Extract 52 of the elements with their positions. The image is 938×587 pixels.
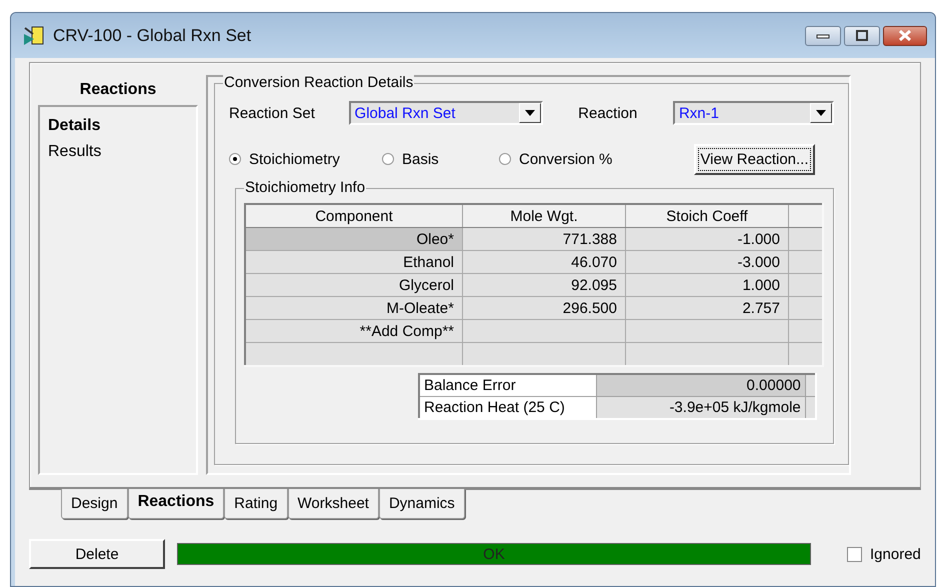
maximize-button[interactable] [844, 26, 880, 46]
radio-option[interactable]: Basis [382, 150, 499, 168]
view-reaction-button[interactable]: View Reaction... [694, 144, 815, 174]
table-cell: Oleo* [245, 228, 462, 250]
dropdown-field[interactable]: Global Rxn Set [348, 101, 544, 125]
table-cell: **Add Comp** [245, 320, 462, 342]
table-cell: M-Oleate* [245, 296, 462, 320]
sidebar-title: Reactions [78, 80, 158, 100]
table-cell: 0.00000 [596, 374, 806, 396]
status-bar: OK [177, 543, 811, 565]
field-label: Reaction [578, 104, 638, 122]
maximize-icon [855, 30, 869, 41]
radio-button[interactable] [229, 153, 241, 165]
table-cell: 2.757 [626, 296, 788, 320]
table-cell: 46.070 [462, 250, 626, 274]
table-cell: 771.388 [462, 228, 626, 250]
field-label: Reaction Set [229, 104, 316, 122]
tab[interactable]: Reactions [128, 489, 224, 519]
tab[interactable]: Worksheet [288, 489, 379, 519]
radio-option[interactable]: Conversion % [499, 150, 612, 168]
table-cell: -1.000 [626, 228, 788, 250]
checkbox[interactable] [847, 546, 862, 562]
reactor-icon [23, 26, 45, 46]
minimize-button[interactable] [805, 26, 841, 46]
dropdown-caret-icon[interactable] [525, 110, 536, 116]
table-cell: Balance Error [419, 374, 596, 396]
sidebar-item[interactable]: Results [40, 139, 110, 165]
table-cell: Reaction Heat (25 C) [419, 396, 596, 419]
window-title: CRV-100 - Global Rxn Set [53, 26, 252, 46]
radio-button[interactable] [382, 153, 394, 165]
group-title: Stoichiometry Info [244, 179, 366, 196]
sidebar-item[interactable]: Details [40, 113, 108, 139]
delete-button[interactable]: Delete [29, 539, 165, 569]
close-icon [898, 30, 912, 41]
column-header[interactable]: Mole Wgt. [462, 204, 626, 228]
table-cell: Ethanol [245, 250, 462, 274]
dropdown-caret-icon[interactable] [816, 110, 826, 116]
close-button[interactable] [883, 26, 927, 46]
tab[interactable]: Rating [224, 489, 288, 519]
tab[interactable]: Dynamics [378, 489, 465, 519]
column-header[interactable]: Component [245, 204, 462, 228]
radio-button[interactable] [499, 153, 511, 165]
table-cell: Glycerol [245, 274, 462, 296]
dropdown-field[interactable]: Rxn-1 [672, 101, 834, 125]
table-cell: 1.000 [626, 274, 788, 296]
radio-option[interactable]: Stoichiometry [229, 150, 382, 168]
table-cell: -3.000 [626, 250, 788, 274]
table-cell: 92.095 [462, 274, 626, 296]
ignored-checkbox[interactable]: Ignored [847, 546, 921, 562]
table-cell: 296.500 [462, 296, 626, 320]
tab[interactable]: Design [61, 489, 128, 519]
column-header[interactable]: Stoich Coeff [626, 204, 788, 228]
